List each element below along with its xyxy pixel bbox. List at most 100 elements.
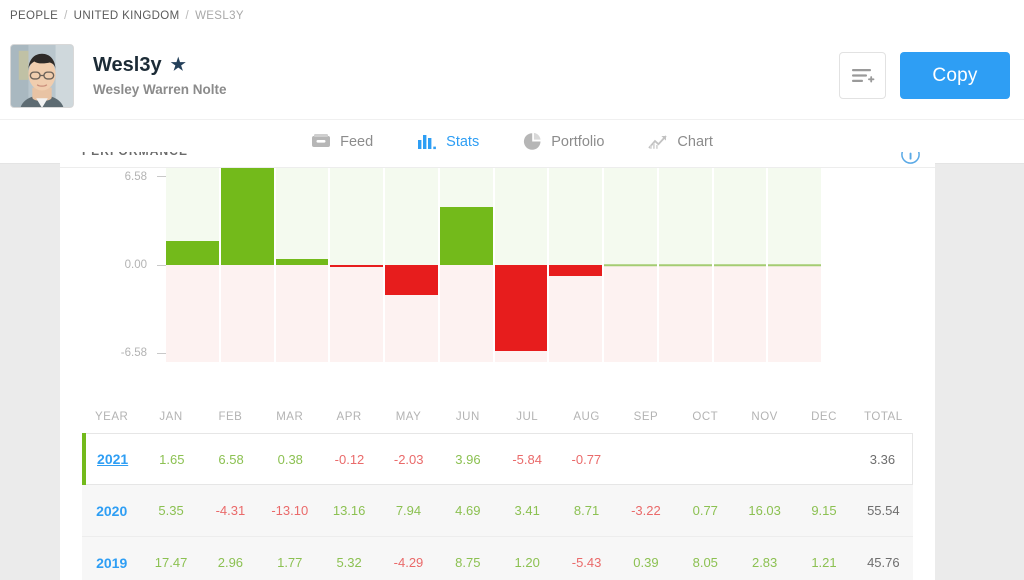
chart-bar-positive — [439, 206, 493, 265]
table-cell-oct: 0.77 — [692, 503, 718, 518]
table-cell-nov: 16.03 — [748, 503, 781, 518]
chart-column-oct[interactable] — [658, 168, 712, 362]
chart-bar-negative — [494, 265, 548, 352]
table-row[interactable]: 2020 5.35 -4.31 -13.10 13.16 7.94 4.69 3.41 8.71… — [82, 485, 913, 537]
breadcrumb-separator: / — [185, 10, 190, 22]
chart-column-feb[interactable] — [220, 168, 274, 362]
page-root: PEOPLE / UNITED KINGDOM / WESL3Y Wesl3y … — [0, 0, 1024, 580]
chart-bar-positive — [220, 168, 274, 265]
y-tick-top: 6.58 — [125, 171, 166, 183]
chart-positive-band — [494, 168, 548, 265]
chart-positive-band — [713, 168, 767, 265]
chart-zero-line — [658, 264, 712, 266]
chart-positive-band — [385, 168, 438, 265]
chart-negative-band — [658, 265, 712, 362]
table-column-header-oct: OCT — [692, 410, 719, 423]
chart-positive-band — [768, 168, 821, 265]
table-cell-jul: -5.84 — [512, 451, 542, 467]
table-cell-aug: -0.77 — [571, 451, 602, 467]
breadcrumb: PEOPLE / UNITED KINGDOM / WESL3Y — [0, 0, 1024, 32]
table-cell-jan: 1.65 — [159, 451, 185, 467]
chart-column-sep[interactable] — [604, 168, 657, 362]
table-cell-jan: 17.47 — [154, 555, 188, 570]
table-column-header-year: YEAR — [95, 410, 129, 423]
chart-column-aug[interactable] — [549, 168, 602, 362]
card-header: PERFORMANCE — [60, 152, 935, 168]
y-tick-dash — [157, 176, 166, 178]
table-cell-year: 2020 — [82, 503, 141, 519]
y-tick-label: 0.00 — [124, 259, 147, 271]
table-column-header-aug: AUG — [573, 410, 600, 423]
table-cell-feb: 6.58 — [218, 451, 244, 467]
table-cell-may: -2.03 — [393, 451, 424, 467]
table-column-header-jul: JUL — [516, 410, 539, 423]
chart-negative-band — [220, 265, 274, 362]
table-column-header-total: TOTAL — [864, 410, 903, 423]
table-cell-year: 2019 — [82, 555, 141, 571]
table-cell-jan: 5.35 — [158, 503, 184, 518]
chart-plot-area — [166, 168, 821, 362]
breadcrumb-item-people[interactable]: PEOPLE — [10, 10, 58, 22]
chart-positive-band — [549, 168, 602, 265]
table-row-year-link[interactable]: 2019 — [96, 555, 127, 571]
chart-column-jan[interactable] — [166, 168, 219, 362]
tab-chart-label: Chart — [677, 133, 713, 150]
stats-table: YEAR JAN FEB MAR APR MAY JUN JUL AUG SEP OCT NOV DEC… — [82, 400, 913, 580]
y-tick-dash — [157, 264, 166, 266]
table-header-row: YEAR JAN FEB MAR APR MAY JUN JUL AUG SEP OCT NOV DEC… — [82, 400, 913, 433]
table-cell-jul: 3.41 — [514, 503, 540, 518]
breadcrumb-item-country[interactable]: UNITED KINGDOM — [74, 10, 180, 22]
profile-nickname: Wesl3y — [93, 53, 162, 76]
tab-stats-label: Stats — [446, 133, 480, 150]
chart-column-apr[interactable] — [330, 168, 383, 362]
chart-bar-positive — [166, 240, 219, 265]
chart-column-jul[interactable] — [494, 168, 548, 362]
chart-negative-band — [713, 265, 767, 362]
header-actions: Copy — [839, 52, 1010, 99]
table-row-year-link[interactable]: 2021 — [97, 451, 128, 467]
table-cell-total: 55.54 — [867, 503, 900, 518]
chart-column-dec[interactable] — [768, 168, 821, 362]
table-cell-oct: 8.05 — [692, 555, 718, 570]
avatar[interactable] — [10, 43, 74, 108]
profile-header: Wesl3y ★ Wesley Warren Nolte Copy — [0, 32, 1024, 119]
table-cell-may: -4.29 — [393, 555, 424, 570]
pie-chart-icon — [523, 132, 542, 151]
table-column-header-sep: SEP — [633, 410, 659, 423]
chart-column-may[interactable] — [385, 168, 438, 362]
chart-negative-band — [330, 265, 383, 362]
chart-positive-band — [330, 168, 383, 265]
table-cell-jun: 3.96 — [455, 451, 481, 467]
performance-card: PERFORMANCE 6.58 0.00 — [60, 152, 935, 580]
table-cell-jun: 8.75 — [455, 555, 481, 570]
chart-column-nov[interactable] — [713, 168, 767, 362]
tab-feed-label: Feed — [340, 133, 374, 150]
chart-zero-line — [604, 264, 657, 266]
info-icon[interactable] — [901, 152, 920, 164]
add-to-list-button[interactable] — [839, 52, 886, 99]
table-cell-sep: 0.39 — [633, 555, 659, 570]
trend-line-icon — [648, 133, 668, 150]
table-column-header-apr: APR — [336, 410, 362, 423]
table-column-header-mar: MAR — [276, 410, 304, 423]
table-row[interactable]: 2019 17.47 2.96 1.77 5.32 -4.29 8.75 1.20 -5.43 0… — [82, 537, 913, 580]
favorite-star-icon[interactable]: ★ — [171, 56, 186, 73]
table-row[interactable]: 2021 1.65 6.58 0.38 -0.12 -2.03 3.96 -5.84 -0.77… — [82, 433, 913, 485]
y-tick-label: 6.58 — [124, 170, 147, 183]
table-column-header-nov: NOV — [751, 410, 778, 423]
chart-positive-band — [220, 168, 274, 265]
profile-nickname-row: Wesl3y ★ — [93, 53, 227, 77]
table-body: 2021 1.65 6.58 0.38 -0.12 -2.03 3.96 -5.84 -0.77… — [82, 433, 913, 580]
chart-column-mar[interactable] — [275, 168, 329, 362]
table-column-header-jun: JUN — [455, 410, 480, 423]
table-column-header-jan: JAN — [159, 410, 183, 423]
copy-button[interactable]: Copy — [900, 52, 1010, 99]
chart-zero-line — [713, 264, 767, 266]
table-column-header-may: MAY — [395, 410, 422, 423]
chart-negative-band — [439, 265, 493, 362]
table-cell-may: 7.94 — [395, 503, 422, 518]
table-cell-mar: -13.10 — [271, 503, 309, 518]
chart-column-jun[interactable] — [439, 168, 493, 362]
table-cell-dec: 1.21 — [811, 555, 837, 570]
table-row-year-link[interactable]: 2020 — [96, 503, 127, 519]
